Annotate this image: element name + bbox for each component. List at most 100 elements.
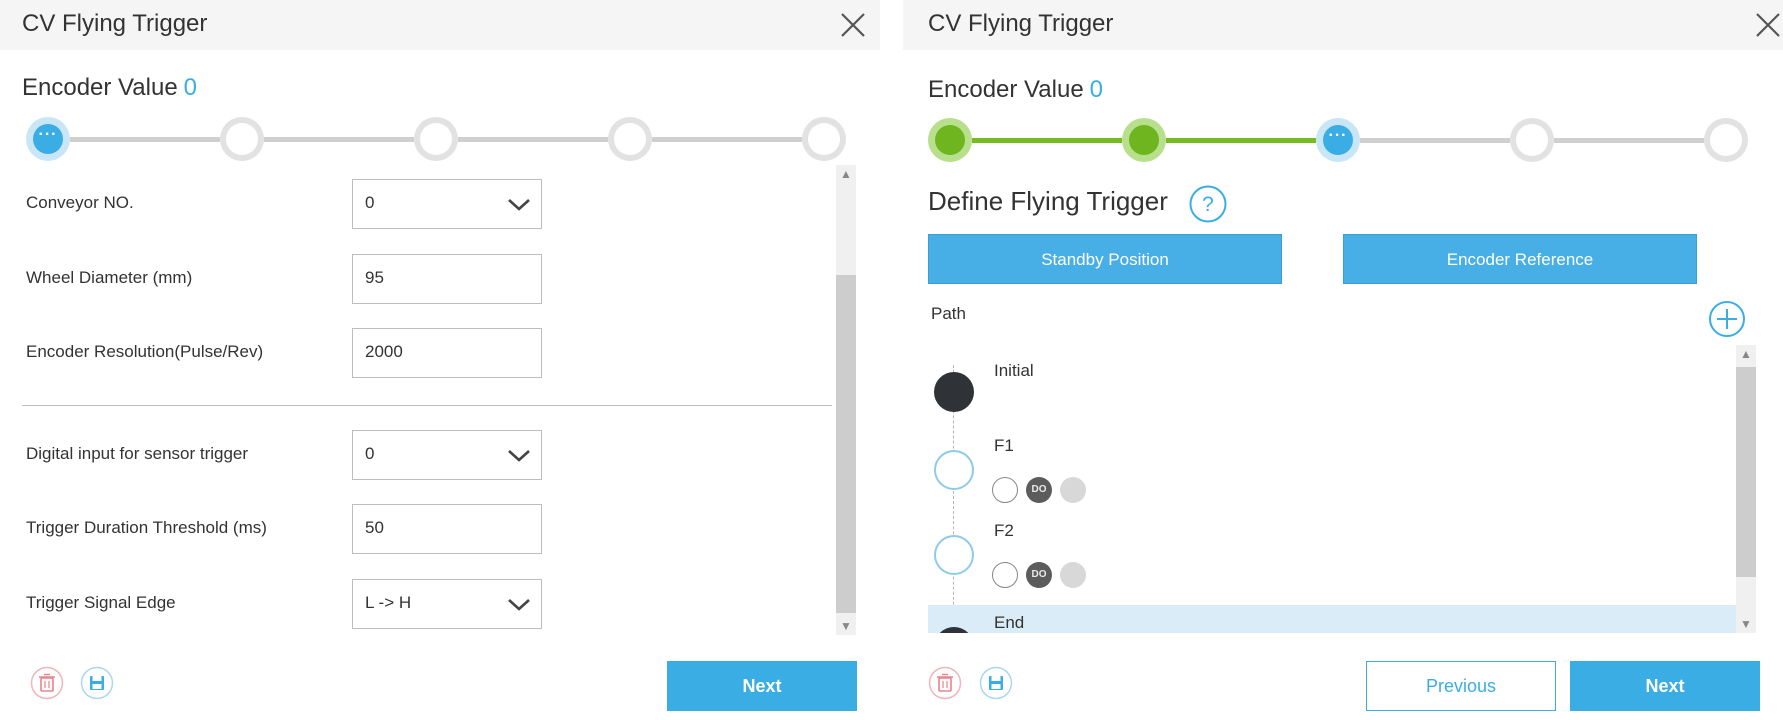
encoder-value-label: Encoder Value: [22, 74, 178, 101]
divider: [22, 405, 832, 406]
conveyor-no-select[interactable]: 0: [352, 179, 542, 229]
select-value: 0: [365, 444, 375, 463]
path-list: Initial F1 DO F2 DO End: [928, 345, 1758, 633]
scroll-up-arrow[interactable]: ▲: [836, 165, 856, 183]
title-bar: CV Flying Trigger: [0, 0, 880, 50]
chevron-down-icon: [508, 599, 530, 611]
field-label: Trigger Duration Threshold (ms): [26, 518, 267, 537]
digital-input-select[interactable]: 0: [352, 430, 542, 480]
step-2: [220, 117, 264, 161]
title-bar: CV Flying Trigger: [903, 0, 1783, 50]
encoder-value-row: Encoder Value 0: [928, 76, 1103, 104]
step-1-current: ···: [26, 117, 70, 161]
vision-icon[interactable]: [1060, 477, 1086, 503]
path-node-filled: [934, 372, 974, 412]
delete-icon[interactable]: [928, 666, 962, 700]
previous-button[interactable]: Previous: [1366, 661, 1556, 711]
step-connector-done: [1166, 138, 1316, 143]
save-icon[interactable]: [979, 666, 1013, 700]
scroll-down-arrow[interactable]: ▼: [836, 617, 856, 635]
scroll-up-arrow[interactable]: ▲: [1736, 345, 1756, 363]
motion-icon[interactable]: [992, 562, 1018, 588]
step-2-done: [1122, 118, 1166, 162]
vertical-scrollbar[interactable]: ▲ ▼: [1736, 345, 1756, 633]
step-5: [802, 117, 846, 161]
left-dialog: CV Flying Trigger Encoder Value 0 ··· Con…: [0, 0, 880, 720]
dialog-title: CV Flying Trigger: [22, 10, 208, 37]
next-button[interactable]: Next: [1570, 661, 1760, 711]
path-node-open: [934, 535, 974, 575]
encoder-value: 0: [1089, 76, 1104, 103]
help-icon[interactable]: ?: [1188, 184, 1228, 224]
dialog-title: CV Flying Trigger: [928, 10, 1114, 37]
path-item-initial[interactable]: Initial: [928, 345, 1740, 425]
path-item-end[interactable]: End: [928, 605, 1740, 633]
do-icon[interactable]: DO: [1026, 477, 1052, 503]
field-label: Digital input for sensor trigger: [26, 444, 249, 463]
scroll-down-arrow[interactable]: ▼: [1736, 615, 1756, 633]
field-label: Wheel Diameter (mm): [26, 268, 193, 287]
svg-text:?: ?: [1202, 193, 1214, 216]
standby-position-button[interactable]: Standby Position: [928, 234, 1282, 284]
path-node-filled: [934, 627, 974, 633]
vertical-scrollbar[interactable]: ▲ ▼: [836, 165, 856, 635]
step-connector: [652, 137, 802, 142]
encoder-value-label: Encoder Value: [928, 76, 1084, 103]
next-button[interactable]: Next: [667, 661, 857, 711]
select-value: 0: [365, 193, 375, 212]
close-icon[interactable]: [838, 10, 868, 40]
path-item-name: Initial: [994, 361, 1034, 380]
trigger-duration-field: Trigger Duration Threshold (ms) 50: [26, 504, 546, 554]
step-connector-done: [972, 138, 1122, 143]
close-icon[interactable]: [1753, 10, 1783, 40]
chevron-down-icon: [508, 450, 530, 462]
save-icon[interactable]: [80, 666, 114, 700]
step-4: [608, 117, 652, 161]
scroll-thumb[interactable]: [836, 275, 856, 613]
step-4: [1510, 118, 1554, 162]
trigger-edge-field: Trigger Signal Edge L -> H: [26, 579, 546, 629]
step-5: [1704, 118, 1748, 162]
field-label: Encoder Resolution(Pulse/Rev): [26, 342, 264, 361]
do-icon[interactable]: DO: [1026, 562, 1052, 588]
step-connector: [458, 137, 608, 142]
step-connector: [1360, 138, 1510, 143]
step-connector: [264, 137, 414, 142]
step-connector: [70, 137, 220, 142]
wheel-diameter-input[interactable]: 95: [352, 254, 542, 304]
path-node-open: [934, 450, 974, 490]
step-indicator: ···: [26, 117, 846, 161]
step-1-done: [928, 118, 972, 162]
path-item-name: End: [994, 613, 1025, 632]
field-label: Conveyor NO.: [26, 193, 134, 212]
digital-input-field: Digital input for sensor trigger 0: [26, 430, 546, 480]
trigger-edge-select[interactable]: L -> H: [352, 579, 542, 629]
add-icon[interactable]: [1708, 300, 1746, 338]
encoder-resolution-field: Encoder Resolution(Pulse/Rev) 2000: [26, 328, 546, 378]
vision-icon[interactable]: [1060, 562, 1086, 588]
encoder-resolution-input[interactable]: 2000: [352, 328, 542, 378]
step-connector: [1554, 138, 1704, 143]
right-dialog: CV Flying Trigger Encoder Value 0 ··· Def…: [903, 0, 1783, 720]
step-3-current: ···: [1316, 118, 1360, 162]
path-item-f2[interactable]: F2 DO: [928, 515, 1740, 595]
delete-icon[interactable]: [30, 666, 64, 700]
chevron-down-icon: [508, 199, 530, 211]
step-indicator: ···: [928, 118, 1748, 162]
encoder-value-row: Encoder Value 0: [22, 74, 197, 102]
encoder-value: 0: [183, 74, 198, 101]
path-item-f1[interactable]: F1 DO: [928, 430, 1740, 510]
scroll-thumb[interactable]: [1736, 367, 1756, 577]
path-item-icons: DO: [992, 477, 1094, 505]
path-item-name: F2: [994, 521, 1014, 540]
motion-icon[interactable]: [992, 477, 1018, 503]
field-label: Trigger Signal Edge: [26, 593, 176, 612]
select-value: L -> H: [365, 593, 412, 612]
path-item-name: F1: [994, 436, 1014, 455]
path-label: Path: [931, 304, 966, 323]
trigger-duration-input[interactable]: 50: [352, 504, 542, 554]
wheel-diameter-field: Wheel Diameter (mm) 95: [26, 254, 546, 304]
encoder-reference-button[interactable]: Encoder Reference: [1343, 234, 1697, 284]
step-3: [414, 117, 458, 161]
conveyor-no-field: Conveyor NO. 0: [26, 179, 546, 229]
